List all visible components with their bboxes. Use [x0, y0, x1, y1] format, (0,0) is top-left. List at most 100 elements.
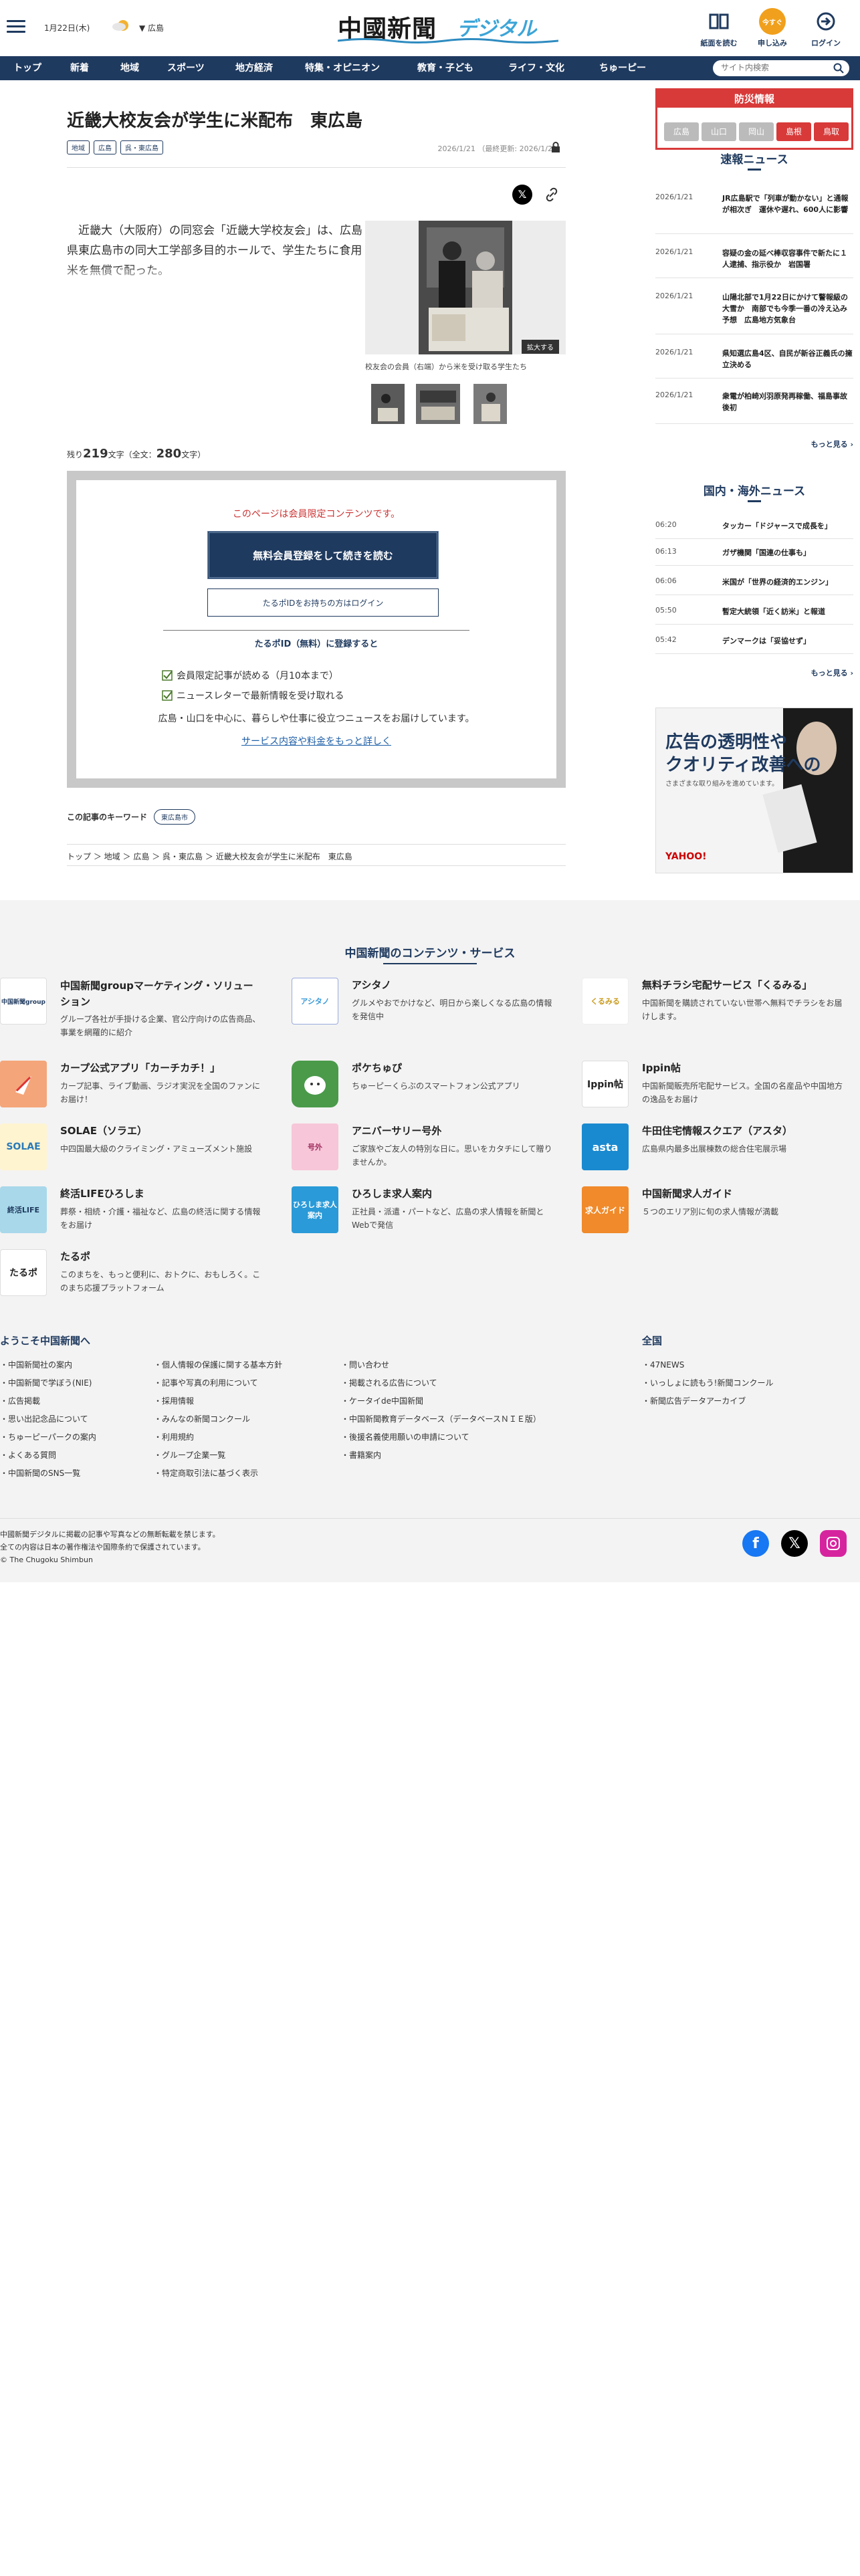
- footer-link[interactable]: ・記事や写真の利用について: [154, 1377, 282, 1395]
- region-selector[interactable]: ▼ 広島: [139, 22, 164, 33]
- pref-button-okayama[interactable]: 岡山: [739, 122, 774, 141]
- nav-item-culture[interactable]: ライフ・文化: [508, 56, 564, 80]
- breadcrumb-item[interactable]: 広島: [133, 852, 149, 861]
- world-news-item[interactable]: 06:20 タッカー「ドジャースで成長を」: [655, 520, 853, 539]
- read-paper-button[interactable]: 紙面を読む: [695, 8, 742, 48]
- nav-item-chupi[interactable]: ちゅーピー: [599, 56, 646, 80]
- thumbnail-1[interactable]: [371, 384, 405, 424]
- breaking-news-title: 速報ニュース: [720, 153, 788, 167]
- breaking-news-item[interactable]: 2026/1/21 山陽北部で1月22日にかけて警報級の大雪か 南部でも今季一番の…: [655, 292, 853, 334]
- nav-item-region[interactable]: 地域: [120, 56, 139, 80]
- footer-link[interactable]: ・中国新聞教育データベース（データベースＮＩＥ版）: [341, 1413, 541, 1431]
- title-underline: [748, 169, 761, 171]
- breaking-news-item[interactable]: 2026/1/21 衆電が柏崎刈羽原発再稼働、福島事故後初: [655, 391, 853, 424]
- world-news-item[interactable]: 05:42 デンマークは「妥協せず」: [655, 635, 853, 654]
- breaking-news-item[interactable]: 2026/1/21 JR広島駅で「列車が動かない」と通報が相次ぎ 運休や遅れ、60…: [655, 193, 853, 234]
- advertisement[interactable]: 広告の透明性や クオリティ改善への さまざまな取り組みを進めています。 YAHO…: [655, 708, 853, 873]
- tag-kure-higashihiroshima[interactable]: 呉・東広島: [120, 140, 163, 154]
- service-item[interactable]: くるみる 無料チラシ宅配サービス「くるみる」 中国新聞を購読されていない世帯へ無…: [582, 978, 849, 1038]
- breaking-more-link[interactable]: もっと見る ›: [789, 439, 853, 449]
- service-item[interactable]: ひろしま求人案内 ひろしま求人案内 正社員・派遣・パートなど、広島の求人情報を新…: [292, 1186, 559, 1240]
- site-logo[interactable]: 中國新聞 デジタル: [338, 7, 558, 45]
- footer-link[interactable]: ・いっしょに読もう!新聞コンクール: [642, 1377, 773, 1395]
- footer-link[interactable]: ・書籍案内: [341, 1449, 541, 1467]
- nav-item-economy[interactable]: 地方経済: [235, 56, 273, 80]
- service-item[interactable]: たるポ たるポ このまちを、もっと便利に、おトクに、おもしろく。このまち応援プラ…: [0, 1249, 267, 1303]
- login-with-tarupo-button[interactable]: たるポIDをお持ちの方はログイン: [207, 588, 439, 617]
- world-more-link[interactable]: もっと見る ›: [789, 667, 853, 678]
- login-button[interactable]: ログイン: [802, 8, 849, 48]
- footer-link[interactable]: ・ケータイde中国新聞: [341, 1395, 541, 1413]
- breadcrumb-item[interactable]: 地域: [104, 852, 120, 861]
- thumbnail-2[interactable]: [416, 384, 460, 424]
- service-item[interactable]: ポケちゅぴ ちゅーピーくらぶのスマートフォン公式アプリ: [292, 1061, 559, 1114]
- service-item[interactable]: 求人ガイド 中国新聞求人ガイド ５つのエリア別に旬の求人情報が満載: [582, 1186, 849, 1240]
- keyword-tag[interactable]: 東広島市: [154, 809, 196, 825]
- footer-link[interactable]: ・広告掲載: [0, 1395, 96, 1413]
- copy-link-icon[interactable]: [543, 186, 560, 203]
- footer-link[interactable]: ・個人情報の保護に関する基本方針: [154, 1359, 282, 1377]
- footer-link[interactable]: ・掲載される広告について: [341, 1377, 541, 1395]
- footer-links-national: ・47NEWS ・いっしょに読もう!新聞コンクール ・新聞広告データアーカイブ: [642, 1359, 773, 1413]
- hamburger-menu-icon[interactable]: [7, 20, 25, 33]
- footer-link[interactable]: ・後援名義使用願いの申請について: [341, 1431, 541, 1449]
- service-item[interactable]: Ippin帖 Ippin帖 中国新聞販売所宅配サービス。全国の名産品や中国地方の…: [582, 1061, 849, 1114]
- breaking-news-item[interactable]: 2026/1/21 県知選広島4区、自民が新谷正義氏の擁立決める: [655, 348, 853, 379]
- footer-link[interactable]: ・よくある質問: [0, 1449, 96, 1467]
- nav-item-education[interactable]: 教育・子ども: [417, 56, 473, 80]
- free-register-button[interactable]: 無料会員登録をして続きを読む: [207, 531, 439, 579]
- service-item[interactable]: 終活LIFE 終活LIFEひろしま 葬祭・相続・介護・福祉など、広島の終活に関す…: [0, 1186, 267, 1240]
- service-item[interactable]: カープ公式アプリ「カーチカチ！」 カープ記事、ライブ動画、ラジオ実況を全国のファ…: [0, 1061, 267, 1114]
- service-item[interactable]: SOLAE SOLAE（ソラエ） 中四国最大級のクライミング・アミューズメント施…: [0, 1123, 267, 1177]
- world-news-item[interactable]: 06:13 ガザ機関「国連の仕事も」: [655, 547, 853, 566]
- breadcrumb-item[interactable]: 呉・東広島: [163, 852, 203, 861]
- pref-button-tottori[interactable]: 鳥取: [814, 122, 849, 141]
- carp-app-icon: [0, 1061, 47, 1107]
- world-news-item[interactable]: 06:06 米国が「世界の経済的エンジン」: [655, 576, 853, 595]
- footer-link[interactable]: ・ちゅーピーパークの案内: [0, 1431, 96, 1449]
- footer-link[interactable]: ・思い出記念品について: [0, 1413, 96, 1431]
- nav-item-features[interactable]: 特集・オピニオン: [305, 56, 380, 80]
- search-icon[interactable]: [833, 63, 844, 74]
- footer-link[interactable]: ・新聞広告データアーカイブ: [642, 1395, 773, 1413]
- breadcrumb-item[interactable]: トップ: [67, 852, 91, 861]
- tag-hiroshima[interactable]: 広島: [94, 140, 116, 154]
- nav-item-sports[interactable]: スポーツ: [167, 56, 205, 80]
- footer-link[interactable]: ・利用規約: [154, 1431, 282, 1449]
- title-underline: [748, 500, 761, 502]
- breaking-news-item[interactable]: 2026/1/21 容疑の金の延べ棒収容事件で新たに１人逮捕、指示役か 岩国署: [655, 247, 853, 278]
- nav-item-new[interactable]: 新着: [70, 56, 89, 80]
- service-item[interactable]: asta 牛田住宅情報スクエア（アスタ） 広島県内最多出展棟数の総合住宅展示場: [582, 1123, 849, 1177]
- search-input[interactable]: [721, 63, 828, 72]
- x-icon[interactable]: 𝕏: [781, 1530, 808, 1557]
- service-item[interactable]: 号外 アニバーサリー号外 ご家族やご友人の特別な日に。思いをカタチにして贈りませ…: [292, 1123, 559, 1177]
- footer-link[interactable]: ・グループ企業一覧: [154, 1449, 282, 1467]
- publish-date: 2026/1/21 （最終更新: 2026/1/21）: [437, 144, 564, 153]
- disaster-info-box: 防災情報 広島 山口 岡山 島根 鳥取: [655, 88, 853, 150]
- pref-button-shimane[interactable]: 島根: [776, 122, 811, 141]
- tag-region[interactable]: 地域: [67, 140, 90, 154]
- pref-button-yamaguchi[interactable]: 山口: [702, 122, 736, 141]
- service-item[interactable]: アシタノ アシタノ グルメやおでかけなど、明日から楽しくなる広島の情報を発信中: [292, 978, 559, 1038]
- footer-link[interactable]: ・中国新聞で学ぼう(NIE): [0, 1377, 96, 1395]
- service-item[interactable]: 中国新聞group 中国新聞groupマーケティング・ソリューション グループ各…: [0, 978, 267, 1038]
- x-share-icon[interactable]: 𝕏: [512, 185, 532, 205]
- footer-link[interactable]: ・中国新聞のSNS一覧: [0, 1467, 96, 1485]
- footer-link[interactable]: ・みんなの新聞コンクール: [154, 1413, 282, 1431]
- thumbnail-3[interactable]: [473, 384, 507, 424]
- footer-link[interactable]: ・47NEWS: [642, 1359, 773, 1377]
- footer-link[interactable]: ・特定商取引法に基づく表示: [154, 1467, 282, 1485]
- nav-item-top[interactable]: トップ: [13, 56, 41, 80]
- world-news-item[interactable]: 05:50 暫定大統領「近く訪米」と報道: [655, 606, 853, 625]
- instagram-icon[interactable]: [820, 1530, 847, 1557]
- subscribe-button[interactable]: 今すぐ 申し込み: [749, 8, 796, 48]
- article-photo[interactable]: [365, 221, 566, 354]
- footer-link[interactable]: ・採用情報: [154, 1395, 282, 1413]
- footer-link[interactable]: ・問い合わせ: [341, 1359, 541, 1377]
- footer-link[interactable]: ・中国新聞社の案内: [0, 1359, 96, 1377]
- site-search: [713, 60, 849, 76]
- service-details-link[interactable]: サービス内容や料金をもっと詳しく: [76, 734, 556, 748]
- pref-button-hiroshima[interactable]: 広島: [664, 122, 699, 141]
- zoom-button[interactable]: 拡大する: [522, 340, 559, 354]
- facebook-icon[interactable]: f: [742, 1530, 769, 1557]
